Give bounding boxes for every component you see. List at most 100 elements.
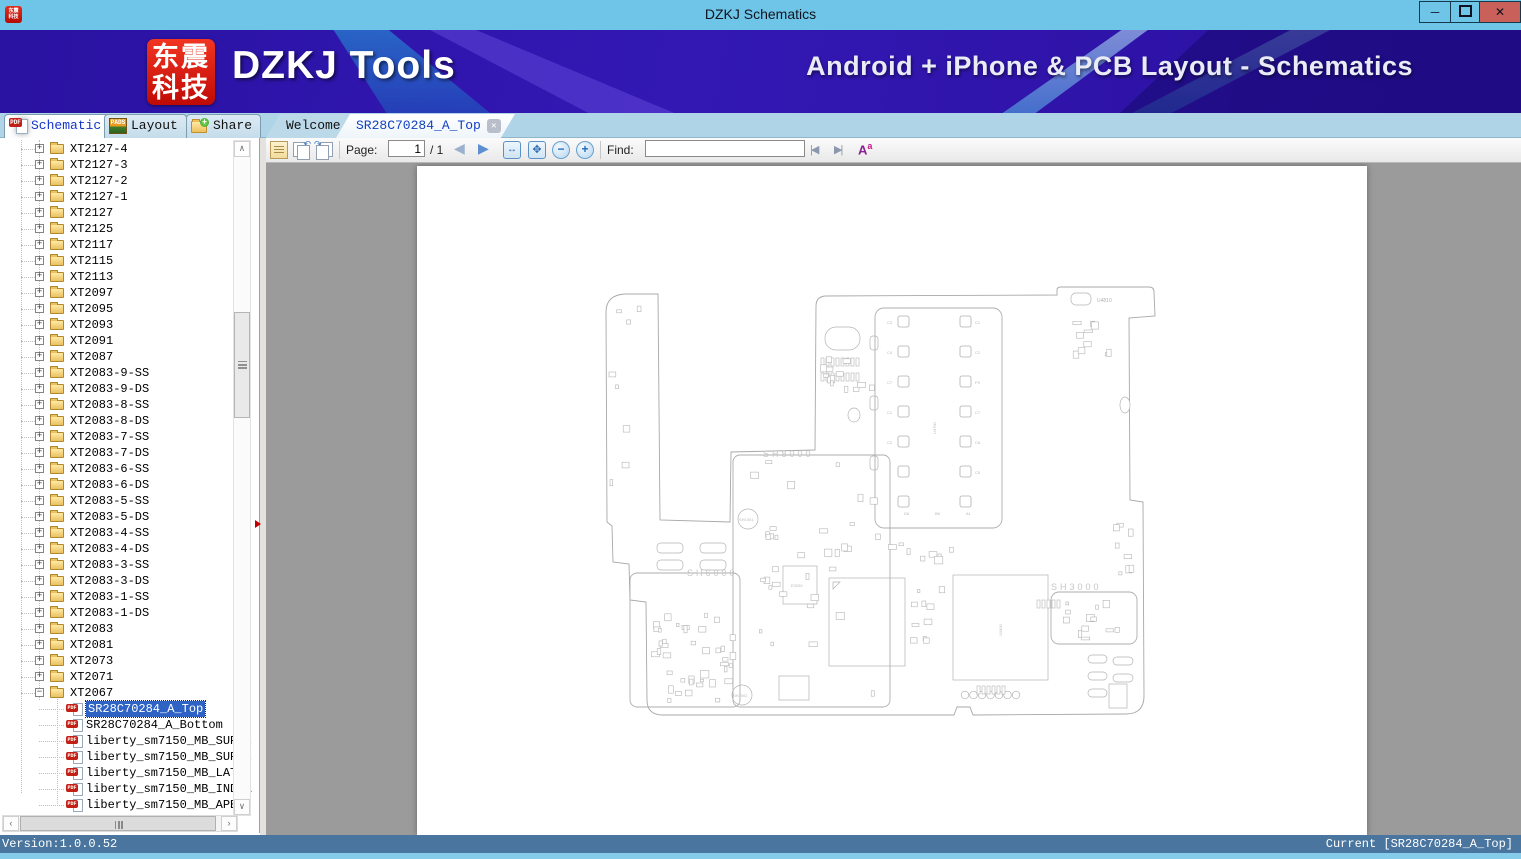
expand-toggle-icon[interactable] bbox=[35, 384, 44, 393]
expand-toggle-icon[interactable] bbox=[35, 336, 44, 345]
tree-horizontal-scrollbar[interactable]: ‹ › bbox=[2, 815, 238, 832]
expand-toggle-icon[interactable] bbox=[35, 288, 44, 297]
scrollbar-thumb[interactable] bbox=[20, 816, 216, 831]
tree-folder-row[interactable]: XT2127-2 bbox=[0, 173, 232, 189]
next-page-icon[interactable]: ▶ bbox=[478, 140, 489, 157]
expand-toggle-icon[interactable] bbox=[35, 304, 44, 313]
copy-page-icon[interactable] bbox=[270, 141, 288, 159]
expand-toggle-icon[interactable] bbox=[35, 624, 44, 633]
tree-file-row[interactable]: PDF SR28C70284_A_Top bbox=[0, 700, 232, 718]
scroll-up-arrow[interactable]: ∧ bbox=[234, 141, 250, 157]
expand-toggle-icon[interactable] bbox=[35, 592, 44, 601]
match-case-icon[interactable]: Aa bbox=[858, 141, 872, 157]
tree-folder-row[interactable]: XT2083-1-SS bbox=[0, 589, 232, 605]
tree-folder-row[interactable]: XT2083-9-SS bbox=[0, 365, 232, 381]
tree-folder-row[interactable]: XT2083-5-DS bbox=[0, 509, 232, 525]
tree-file-row[interactable]: PDF liberty_sm7150_MB_APEM bbox=[0, 797, 244, 813]
minimize-button[interactable] bbox=[1419, 1, 1451, 23]
close-tab-icon[interactable] bbox=[487, 119, 501, 133]
rotate-right-icon[interactable]: ↷ bbox=[314, 139, 333, 160]
expand-toggle-icon[interactable] bbox=[35, 608, 44, 617]
tree-folder-row[interactable]: XT2083-7-SS bbox=[0, 429, 232, 445]
tree-folder-row[interactable]: XT2073 bbox=[0, 653, 232, 669]
expand-toggle-icon[interactable] bbox=[35, 432, 44, 441]
expand-toggle-icon[interactable] bbox=[35, 224, 44, 233]
page-number-input[interactable] bbox=[388, 140, 425, 157]
tree-folder-row[interactable]: XT2083-1-DS bbox=[0, 605, 232, 621]
tree-folder-row[interactable]: XT2081 bbox=[0, 637, 232, 653]
tree-vertical-scrollbar[interactable]: ∧ ∨ bbox=[233, 140, 251, 816]
tree-folder-row[interactable]: XT2097 bbox=[0, 285, 232, 301]
expand-toggle-icon[interactable] bbox=[35, 496, 44, 505]
expand-toggle-icon[interactable] bbox=[35, 560, 44, 569]
tree-folder-row[interactable]: XT2087 bbox=[0, 349, 232, 365]
expand-toggle-icon[interactable] bbox=[35, 528, 44, 537]
tree-folder-row[interactable]: XT2127-4 bbox=[0, 141, 232, 157]
pdf-page[interactable]: U4810 C3 C4 C7 C1 C2 C1 C2 P3 C7 C6 C5 D6 B6 A1 U4700… bbox=[417, 166, 1367, 835]
tree-file-row[interactable]: PDF liberty_sm7150_MB_SUPER B bbox=[0, 749, 259, 765]
expand-toggle-icon[interactable] bbox=[35, 256, 44, 265]
tree-file-row[interactable]: PDF liberty_sm7150_MB_SUPER bbox=[0, 733, 252, 749]
tree-folder-row[interactable]: XT2083-7-DS bbox=[0, 445, 232, 461]
find-input[interactable] bbox=[645, 140, 805, 157]
tree-folder-row[interactable]: XT2095 bbox=[0, 301, 232, 317]
expand-toggle-icon[interactable] bbox=[35, 672, 44, 681]
tree-folder-row[interactable]: XT2083-6-SS bbox=[0, 461, 232, 477]
find-previous-icon[interactable] bbox=[810, 143, 817, 156]
tree-folder-row[interactable]: XT2115 bbox=[0, 253, 232, 269]
tree-folder-row[interactable]: XT2083-3-DS bbox=[0, 573, 232, 589]
zoom-out-icon[interactable] bbox=[552, 141, 570, 159]
tab-share[interactable]: Share bbox=[186, 114, 262, 138]
tree-folder-row[interactable]: XT2083-9-DS bbox=[0, 381, 232, 397]
tree-folder-row[interactable]: XT2083-6-DS bbox=[0, 477, 232, 493]
tree-folder-row[interactable]: XT2127 bbox=[0, 205, 232, 221]
fit-width-icon[interactable] bbox=[503, 141, 521, 159]
maximize-button[interactable] bbox=[1450, 1, 1480, 23]
title-bar[interactable]: 东震 科技 DZKJ Schematics bbox=[0, 0, 1521, 30]
expand-toggle-icon[interactable] bbox=[35, 416, 44, 425]
tree-folder-row[interactable]: XT2117 bbox=[0, 237, 232, 253]
tree-folder-row[interactable]: XT2083-3-SS bbox=[0, 557, 232, 573]
expand-toggle-icon[interactable] bbox=[35, 368, 44, 377]
expand-toggle-icon[interactable] bbox=[35, 144, 44, 153]
expand-toggle-icon[interactable] bbox=[35, 656, 44, 665]
expand-toggle-icon[interactable] bbox=[35, 160, 44, 169]
tab-layout[interactable]: PADS Layout bbox=[104, 114, 187, 138]
expand-toggle-icon[interactable] bbox=[35, 176, 44, 185]
tree-folder-row[interactable]: XT2083-4-DS bbox=[0, 541, 232, 557]
expand-toggle-icon[interactable] bbox=[35, 400, 44, 409]
tree-folder-row[interactable]: XT2083-4-SS bbox=[0, 525, 232, 541]
scrollbar-thumb[interactable] bbox=[234, 312, 250, 418]
expand-toggle-icon[interactable] bbox=[35, 576, 44, 585]
tree-folder-row[interactable]: XT2083-8-SS bbox=[0, 397, 232, 413]
doc-tab-current[interactable]: SR28C70284_A_Top bbox=[336, 114, 515, 138]
tree-folder-row[interactable]: XT2125 bbox=[0, 221, 232, 237]
close-button[interactable] bbox=[1479, 1, 1521, 23]
scroll-left-arrow[interactable]: ‹ bbox=[3, 816, 19, 831]
find-next-icon[interactable] bbox=[834, 143, 841, 156]
expand-toggle-icon[interactable] bbox=[35, 464, 44, 473]
tree-folder-row[interactable]: XT2083 bbox=[0, 621, 232, 637]
expand-toggle-icon[interactable] bbox=[35, 448, 44, 457]
fit-page-icon[interactable] bbox=[528, 141, 546, 159]
document-viewport[interactable]: U4810 C3 C4 C7 C1 C2 C1 C2 P3 C7 C6 C5 D6 B6 A1 U4700… bbox=[266, 163, 1521, 835]
tree-folder-row[interactable]: XT2091 bbox=[0, 333, 232, 349]
expand-toggle-icon[interactable] bbox=[35, 208, 44, 217]
expand-toggle-icon[interactable] bbox=[35, 352, 44, 361]
tree-file-row[interactable]: PDF SR28C70284_A_Bottom bbox=[0, 717, 232, 733]
tab-schematic[interactable]: PDF Schematic bbox=[4, 114, 111, 138]
tree-folder-row[interactable]: XT2071 bbox=[0, 669, 232, 685]
tree-folder-row[interactable]: XT2127-3 bbox=[0, 157, 232, 173]
expand-toggle-icon[interactable] bbox=[35, 480, 44, 489]
tree-folder-row[interactable]: XT2093 bbox=[0, 317, 232, 333]
expand-toggle-icon[interactable] bbox=[35, 320, 44, 329]
tree-folder-row[interactable]: XT2067 bbox=[0, 685, 232, 701]
tree-folder-row[interactable]: XT2113 bbox=[0, 269, 232, 285]
tree-folder-row[interactable]: XT2083-5-SS bbox=[0, 493, 232, 509]
rotate-left-icon[interactable]: ↶ bbox=[292, 139, 311, 160]
expand-toggle-icon[interactable] bbox=[35, 544, 44, 553]
tree-file-row[interactable]: PDF liberty_sm7150_MB_LATAM bbox=[0, 765, 252, 781]
zoom-in-icon[interactable] bbox=[576, 141, 594, 159]
tree-folder-row[interactable]: XT2083-8-DS bbox=[0, 413, 232, 429]
tree-file-row[interactable]: PDF liberty_sm7150_MB_INDIA bbox=[0, 781, 252, 797]
